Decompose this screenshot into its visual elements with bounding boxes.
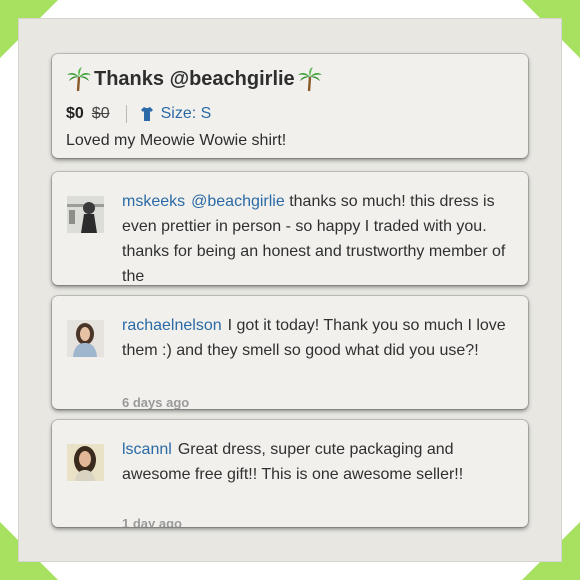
- avatar[interactable]: [67, 320, 104, 357]
- avatar[interactable]: [67, 444, 104, 481]
- palm-tree-icon: [66, 66, 92, 92]
- shirt-icon: [140, 107, 153, 121]
- palm-tree-icon: [297, 66, 323, 92]
- avatar[interactable]: [67, 196, 104, 233]
- comment-card: rachaelnelson I got it today! Thank you s…: [52, 296, 528, 409]
- comment-card: lscannl Great dress, super cute packaging…: [52, 420, 528, 527]
- comment-message: Great dress, super cute packaging and aw…: [122, 441, 464, 483]
- listing-caption: Loved my Meowie Wowie shirt!: [66, 132, 287, 149]
- comment-text: lscannl Great dress, super cute packaging…: [122, 437, 514, 487]
- comment-text: rachaelnelson I got it today! Thank you s…: [122, 313, 514, 363]
- comment-timestamp: 6 days ago: [122, 395, 190, 409]
- divider: [125, 105, 127, 123]
- original-price: $0: [91, 105, 110, 122]
- size-label[interactable]: Size: S: [161, 105, 212, 123]
- comment-username[interactable]: rachaelnelson: [122, 317, 222, 334]
- comment-card: mskeeks @beachgirlie thanks so much! this…: [52, 172, 528, 285]
- comment-username[interactable]: lscannl: [122, 441, 172, 458]
- comment-text: mskeeks @beachgirlie thanks so much! this…: [122, 189, 514, 285]
- comment-username[interactable]: mskeeks: [122, 193, 185, 210]
- listing-header-card: Thanks @beachgirlie $0 $0 Size: S Loved …: [52, 54, 528, 158]
- listing-title-text: Thanks @beachgirlie: [94, 67, 295, 90]
- listing-title: Thanks @beachgirlie: [66, 66, 514, 92]
- price: $0: [66, 105, 84, 122]
- price-row: $0 $0 Size: S: [66, 104, 514, 124]
- comment-timestamp: 1 day ago: [122, 516, 182, 527]
- comment-mention[interactable]: @beachgirlie: [191, 193, 285, 210]
